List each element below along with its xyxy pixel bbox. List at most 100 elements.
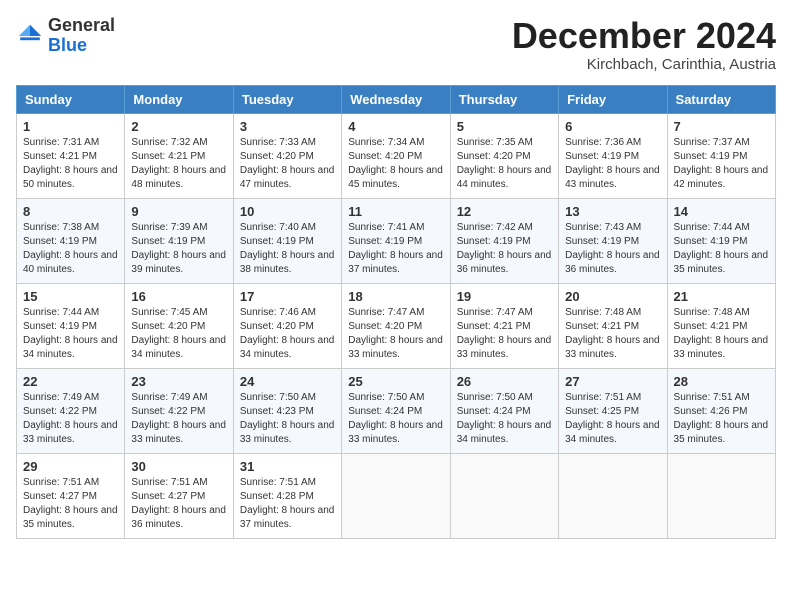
day-info: Sunrise: 7:42 AMSunset: 4:19 PMDaylight:… — [457, 221, 552, 277]
calendar-day-cell: 10 Sunrise: 7:40 AMSunset: 4:19 PMDayligh… — [233, 198, 341, 283]
day-info: Sunrise: 7:51 AMSunset: 4:26 PMDaylight:… — [674, 391, 769, 447]
calendar-week-row: 15 Sunrise: 7:44 AMSunset: 4:19 PMDayligh… — [17, 283, 776, 368]
day-number: 31 — [240, 459, 335, 474]
day-number: 12 — [457, 204, 552, 219]
weekday-header-friday: Friday — [559, 85, 667, 113]
calendar-day-cell: 23 Sunrise: 7:49 AMSunset: 4:22 PMDayligh… — [125, 368, 233, 453]
calendar-day-cell: 27Sunrise: 7:51 AMSunset: 4:25 PMDayligh… — [559, 368, 667, 453]
calendar-day-cell: 20 Sunrise: 7:48 AMSunset: 4:21 PMDayligh… — [559, 283, 667, 368]
day-info: Sunrise: 7:48 AMSunset: 4:21 PMDaylight:… — [565, 306, 660, 362]
calendar-week-row: 29Sunrise: 7:51 AMSunset: 4:27 PMDayligh… — [17, 453, 776, 538]
calendar-day-cell: 19 Sunrise: 7:47 AMSunset: 4:21 PMDayligh… — [450, 283, 558, 368]
day-info: Sunrise: 7:41 AMSunset: 4:19 PMDaylight:… — [348, 221, 443, 277]
day-info: Sunrise: 7:46 AMSunset: 4:20 PMDaylight:… — [240, 306, 335, 362]
day-number: 10 — [240, 204, 335, 219]
day-info: Sunrise: 7:43 AMSunset: 4:19 PMDaylight:… — [565, 221, 660, 277]
day-info: Sunrise: 7:44 AMSunset: 4:19 PMDaylight:… — [674, 221, 769, 277]
calendar-day-cell: 16 Sunrise: 7:45 AMSunset: 4:20 PMDayligh… — [125, 283, 233, 368]
logo: General Blue — [16, 16, 115, 56]
day-number: 26 — [457, 374, 552, 389]
day-info: Sunrise: 7:37 AMSunset: 4:19 PMDaylight:… — [674, 136, 769, 192]
logo-blue-text: Blue — [48, 36, 115, 56]
day-number: 25 — [348, 374, 443, 389]
calendar-day-cell: 8 Sunrise: 7:38 AMSunset: 4:19 PMDaylight… — [17, 198, 125, 283]
day-info: Sunrise: 7:50 AMSunset: 4:23 PMDaylight:… — [240, 391, 335, 447]
day-info: Sunrise: 7:49 AMSunset: 4:22 PMDaylight:… — [131, 391, 226, 447]
calendar-day-cell: 1 Sunrise: 7:31 AMSunset: 4:21 PMDaylight… — [17, 113, 125, 198]
calendar-day-cell: 22Sunrise: 7:49 AMSunset: 4:22 PMDayligh… — [17, 368, 125, 453]
calendar-table: SundayMondayTuesdayWednesdayThursdayFrid… — [16, 85, 776, 539]
calendar-day-cell — [667, 453, 775, 538]
day-info: Sunrise: 7:48 AMSunset: 4:21 PMDaylight:… — [674, 306, 769, 362]
day-info: Sunrise: 7:44 AMSunset: 4:19 PMDaylight:… — [23, 306, 118, 362]
day-number: 22 — [23, 374, 118, 389]
calendar-day-cell: 3 Sunrise: 7:33 AMSunset: 4:20 PMDaylight… — [233, 113, 341, 198]
day-number: 21 — [674, 289, 769, 304]
day-number: 24 — [240, 374, 335, 389]
day-number: 19 — [457, 289, 552, 304]
day-info: Sunrise: 7:51 AMSunset: 4:27 PMDaylight:… — [23, 476, 118, 532]
day-number: 8 — [23, 204, 118, 219]
calendar-day-cell: 2Sunrise: 7:32 AMSunset: 4:21 PMDaylight… — [125, 113, 233, 198]
day-number: 14 — [674, 204, 769, 219]
day-number: 30 — [131, 459, 226, 474]
calendar-day-cell: 31 Sunrise: 7:51 AMSunset: 4:28 PMDayligh… — [233, 453, 341, 538]
calendar-day-cell: 24 Sunrise: 7:50 AMSunset: 4:23 PMDayligh… — [233, 368, 341, 453]
day-info: Sunrise: 7:36 AMSunset: 4:19 PMDaylight:… — [565, 136, 660, 192]
day-number: 27 — [565, 374, 660, 389]
logo-icon — [16, 22, 44, 50]
day-info: Sunrise: 7:50 AMSunset: 4:24 PMDaylight:… — [348, 391, 443, 447]
day-number: 5 — [457, 119, 552, 134]
calendar-day-cell: 26Sunrise: 7:50 AMSunset: 4:24 PMDayligh… — [450, 368, 558, 453]
day-number: 13 — [565, 204, 660, 219]
calendar-day-cell: 15 Sunrise: 7:44 AMSunset: 4:19 PMDayligh… — [17, 283, 125, 368]
day-number: 17 — [240, 289, 335, 304]
weekday-header-thursday: Thursday — [450, 85, 558, 113]
page-header: General Blue December 2024 Kirchbach, Ca… — [16, 16, 776, 73]
day-number: 6 — [565, 119, 660, 134]
day-number: 7 — [674, 119, 769, 134]
day-info: Sunrise: 7:45 AMSunset: 4:20 PMDaylight:… — [131, 306, 226, 362]
calendar-day-cell: 21 Sunrise: 7:48 AMSunset: 4:21 PMDayligh… — [667, 283, 775, 368]
day-info: Sunrise: 7:47 AMSunset: 4:20 PMDaylight:… — [348, 306, 443, 362]
day-number: 2 — [131, 119, 226, 134]
day-info: Sunrise: 7:31 AMSunset: 4:21 PMDaylight:… — [23, 136, 118, 192]
day-info: Sunrise: 7:40 AMSunset: 4:19 PMDaylight:… — [240, 221, 335, 277]
calendar-day-cell — [450, 453, 558, 538]
weekday-header-wednesday: Wednesday — [342, 85, 450, 113]
weekday-header-sunday: Sunday — [17, 85, 125, 113]
calendar-day-cell: 11Sunrise: 7:41 AMSunset: 4:19 PMDayligh… — [342, 198, 450, 283]
calendar-day-cell: 30 Sunrise: 7:51 AMSunset: 4:27 PMDayligh… — [125, 453, 233, 538]
location-text: Kirchbach, Carinthia, Austria — [512, 56, 776, 73]
day-info: Sunrise: 7:38 AMSunset: 4:19 PMDaylight:… — [23, 221, 118, 277]
calendar-day-cell: 12 Sunrise: 7:42 AMSunset: 4:19 PMDayligh… — [450, 198, 558, 283]
weekday-header-row: SundayMondayTuesdayWednesdayThursdayFrid… — [17, 85, 776, 113]
weekday-header-monday: Monday — [125, 85, 233, 113]
day-info: Sunrise: 7:51 AMSunset: 4:27 PMDaylight:… — [131, 476, 226, 532]
calendar-day-cell: 5 Sunrise: 7:35 AMSunset: 4:20 PMDaylight… — [450, 113, 558, 198]
calendar-day-cell — [559, 453, 667, 538]
day-info: Sunrise: 7:35 AMSunset: 4:20 PMDaylight:… — [457, 136, 552, 192]
calendar-week-row: 8 Sunrise: 7:38 AMSunset: 4:19 PMDaylight… — [17, 198, 776, 283]
calendar-day-cell: 7 Sunrise: 7:37 AMSunset: 4:19 PMDaylight… — [667, 113, 775, 198]
day-number: 20 — [565, 289, 660, 304]
day-number: 1 — [23, 119, 118, 134]
calendar-day-cell: 14 Sunrise: 7:44 AMSunset: 4:19 PMDayligh… — [667, 198, 775, 283]
month-title: December 2024 — [512, 16, 776, 56]
day-info: Sunrise: 7:47 AMSunset: 4:21 PMDaylight:… — [457, 306, 552, 362]
day-number: 3 — [240, 119, 335, 134]
calendar-week-row: 22 Sunrise: 7:49 AMSunset: 4:22 PMDayligh… — [17, 368, 776, 453]
day-info: Sunrise: 7:51 AMSunset: 4:28 PMDaylight:… — [240, 476, 335, 532]
calendar-day-cell — [342, 453, 450, 538]
calendar-day-cell: 25 Sunrise: 7:50 AMSunset: 4:24 PMDayligh… — [342, 368, 450, 453]
day-number: 15 — [23, 289, 118, 304]
day-info: Sunrise: 7:39 AMSunset: 4:19 PMDaylight:… — [131, 221, 226, 277]
calendar-day-cell: 13 Sunrise: 7:43 AMSunset: 4:19 PMDayligh… — [559, 198, 667, 283]
day-number: 28 — [674, 374, 769, 389]
day-number: 18 — [348, 289, 443, 304]
weekday-header-tuesday: Tuesday — [233, 85, 341, 113]
day-number: 16 — [131, 289, 226, 304]
day-number: 23 — [131, 374, 226, 389]
day-info: Sunrise: 7:33 AMSunset: 4:20 PMDaylight:… — [240, 136, 335, 192]
calendar-day-cell: 4Sunrise: 7:34 AMSunset: 4:20 PMDaylight… — [342, 113, 450, 198]
